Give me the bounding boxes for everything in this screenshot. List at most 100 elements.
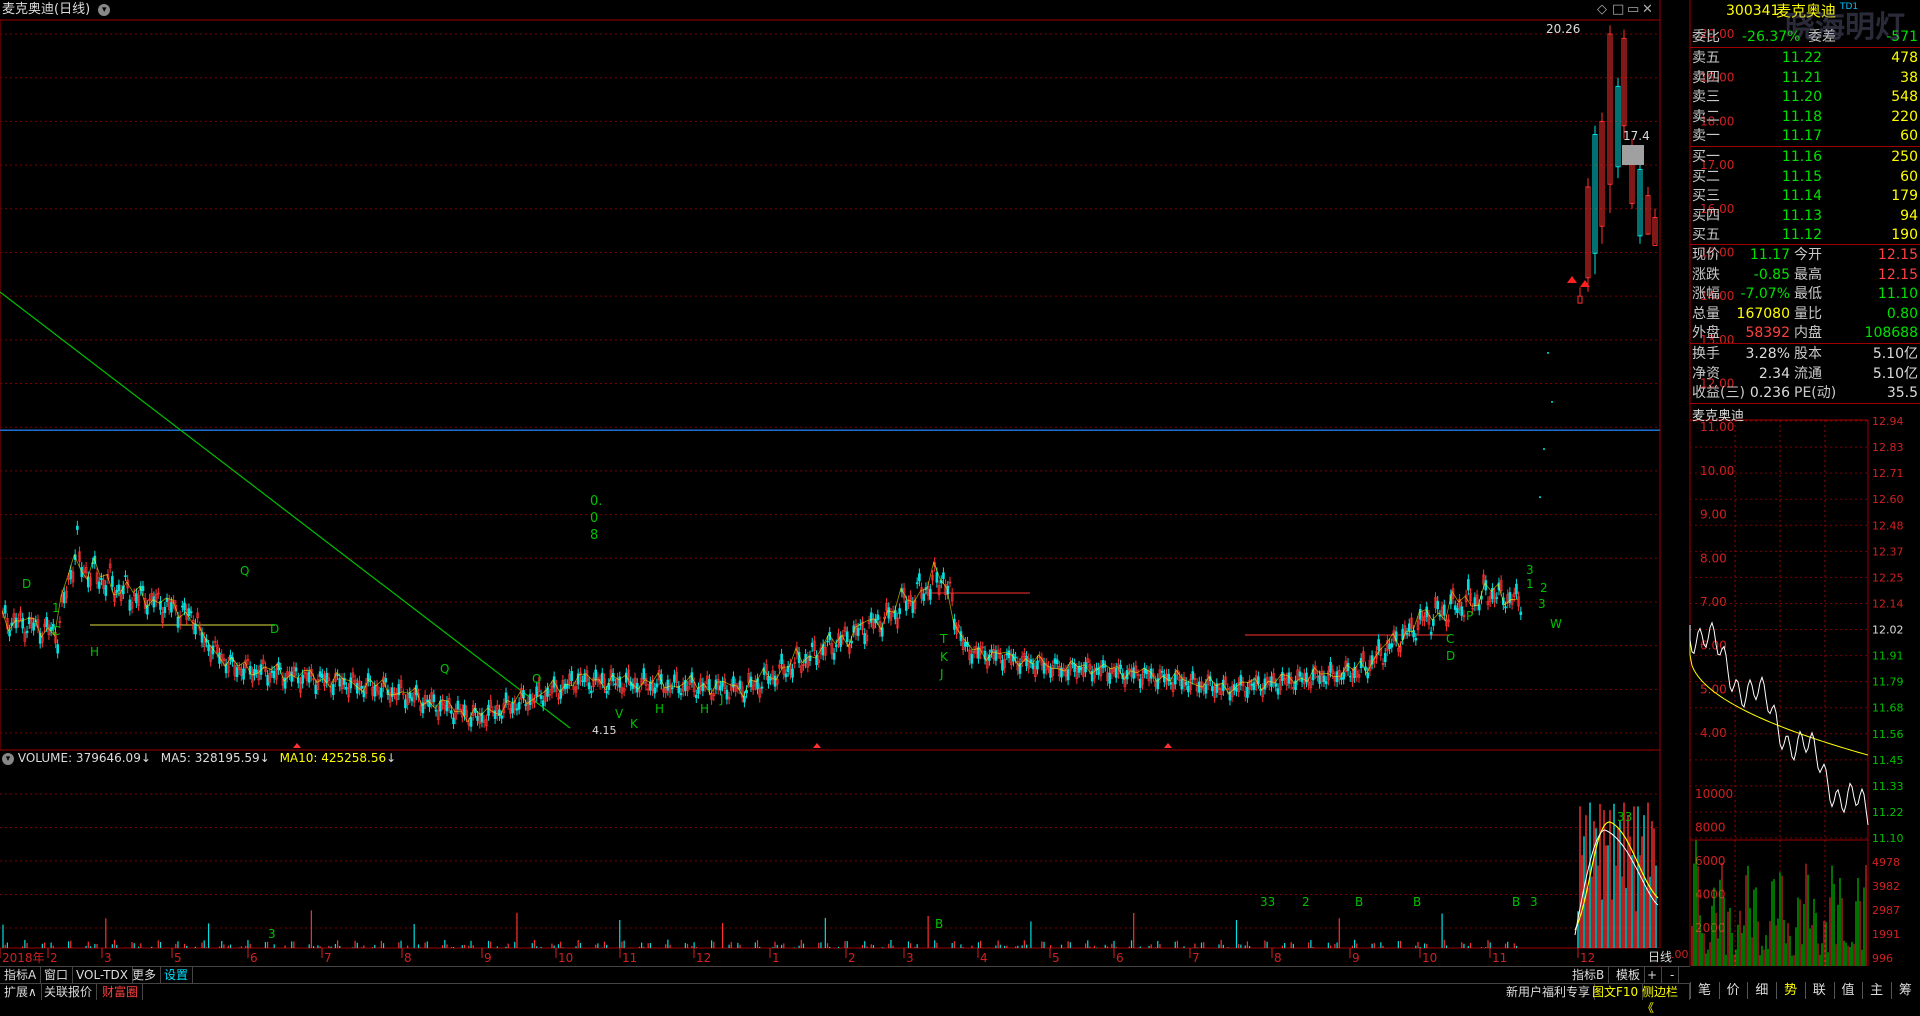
volume-mark: 3 [1530,895,1538,909]
volume-settings-icon[interactable]: ▾ [2,752,14,765]
candlesticks [1,520,1523,732]
candle-body [21,617,24,629]
side-tab[interactable]: 值 [1833,982,1862,999]
price-tick-label: 7.00 [1700,595,1727,609]
candle-body [1036,660,1039,670]
ask-row[interactable]: 卖五 11.22 478 [1690,49,1920,68]
candle-body [380,687,383,698]
tab-indicator-a[interactable]: 指标A [0,967,42,983]
side-tab[interactable]: 联 [1804,982,1833,999]
candle-body [1281,672,1284,681]
candle-body [539,695,543,700]
tab-indicator-b[interactable]: 指标B [1568,967,1610,983]
tab-template[interactable]: 模板 [1612,967,1646,983]
tab-sidebar[interactable]: 侧边栏《 [1638,984,1690,1015]
candle-body [1163,674,1166,683]
period-label: (日线) [54,2,91,17]
side-tab[interactable]: 笔 [1690,982,1718,999]
ask-row[interactable]: 卖二 11.18 220 [1690,108,1920,127]
side-tab[interactable]: 势 [1776,982,1804,999]
intraday-price-label: 12.48 [1872,519,1904,532]
tab-vol-tdx[interactable]: VOL-TDX [72,967,133,983]
zoom-out-button[interactable]: - [1666,967,1680,983]
candle-body [255,669,258,673]
tab-related-quote[interactable]: 关联报价 [40,984,98,1000]
pattern-mark: V [615,707,624,721]
candle-body [869,612,873,623]
intraday-price-label: 12.83 [1872,441,1904,454]
stat-row[interactable]: 现价 11.17 今开 12.15 [1690,246,1920,265]
stat2-row[interactable]: 收益(三) 0.236 PE(动) 35.5 [1690,384,1920,403]
zoom-in-button[interactable]: + [1643,967,1663,983]
tab-f10[interactable]: 图文F10 [1588,984,1644,1000]
ask-row[interactable]: 卖一 11.17 60 [1690,127,1920,146]
side-tab[interactable]: 主 [1862,982,1890,999]
ask-row[interactable]: 卖三 11.20 548 [1690,88,1920,107]
stat-row[interactable]: 外盘 58392 内盘 108688 [1690,324,1920,343]
low-label: 4.15 [592,724,617,737]
candle-body [452,717,455,725]
restore-icon[interactable]: ▭ [1627,2,1639,17]
intraday-vol-label: 996 [1872,952,1893,965]
period-tab[interactable]: 日线 [1648,948,1673,965]
candle-body [318,671,322,677]
date-tick-label: 1 [772,951,780,965]
candle-body [1132,667,1136,679]
candle-body [97,581,101,589]
candle-body [524,704,528,706]
diamond-icon[interactable]: ◇ [1597,2,1607,17]
candle-body [845,631,849,643]
stat2-row[interactable]: 换手 3.28% 股本 5.10亿 [1690,345,1920,364]
candle-body [1204,683,1208,694]
tab-settings[interactable]: 设置 [160,967,194,983]
side-tab[interactable]: 筹 [1890,982,1919,999]
bid-row[interactable]: 买四 11.13 94 [1690,207,1920,226]
candle-body [434,709,438,712]
bid-row[interactable]: 买一 11.16 250 [1690,148,1920,167]
candle-body [517,702,521,710]
candle-body [1318,675,1321,684]
bid-row[interactable]: 买五 11.12 190 [1690,226,1920,245]
side-tab[interactable]: 价 [1718,982,1747,999]
annotation-digit: 0 [590,511,598,526]
tab-expand[interactable]: 扩展∧ [0,984,42,1000]
tab-wealth-circle[interactable]: 财富圈 [98,984,144,1000]
side-tab[interactable]: 细 [1747,982,1775,999]
kline-chart[interactable]: 20.0019.0018.0017.0016.0015.0014.0013.00… [0,0,1920,999]
candle-body [135,593,138,604]
tab-window[interactable]: 窗口 [40,967,74,983]
candle-body [183,602,186,611]
candle-body [290,671,293,682]
candle-body [476,715,479,721]
settings-icon[interactable]: ▾ [98,3,111,16]
candle-body [408,692,412,699]
stat2-row[interactable]: 净资 2.34 流通 5.10亿 [1690,365,1920,384]
pattern-mark: P [1466,609,1473,623]
intraday-price-label: 11.45 [1872,754,1904,767]
pattern-mark: 1 [1526,577,1534,591]
candle-body [1169,682,1173,685]
candle-body [614,683,617,686]
candle-body [565,684,569,689]
stat-row[interactable]: 总量 167080 量比 0.80 [1690,305,1920,324]
stat-row[interactable]: 涨幅 -7.07% 最低 11.10 [1690,285,1920,304]
candle-body [1473,597,1477,607]
close-icon[interactable]: ✕ [1642,2,1653,17]
ask-row[interactable]: 卖四 11.21 38 [1690,69,1920,88]
pattern-mark: O [532,672,541,686]
volume-mark: 33 [1617,810,1632,824]
window-icon[interactable]: □ [1612,2,1624,17]
date-tick-label: 12 [1580,951,1595,965]
volume-mark: 2 [1302,895,1310,909]
tab-new-user[interactable]: 新用户福利专享 [1502,984,1596,1000]
stock-code: 300341 [1726,3,1780,19]
bid-row[interactable]: 买二 11.15 60 [1690,168,1920,187]
tab-more[interactable]: 更多 [128,967,162,983]
stat-row[interactable]: 涨跌 -0.85 最高 12.15 [1690,266,1920,285]
volume-bars [2,802,1657,948]
candle-body [1377,639,1380,651]
candle-body [1055,659,1059,665]
bid-row[interactable]: 买三 11.14 179 [1690,187,1920,206]
candle-body [1515,583,1518,595]
candle-body [1042,662,1046,674]
